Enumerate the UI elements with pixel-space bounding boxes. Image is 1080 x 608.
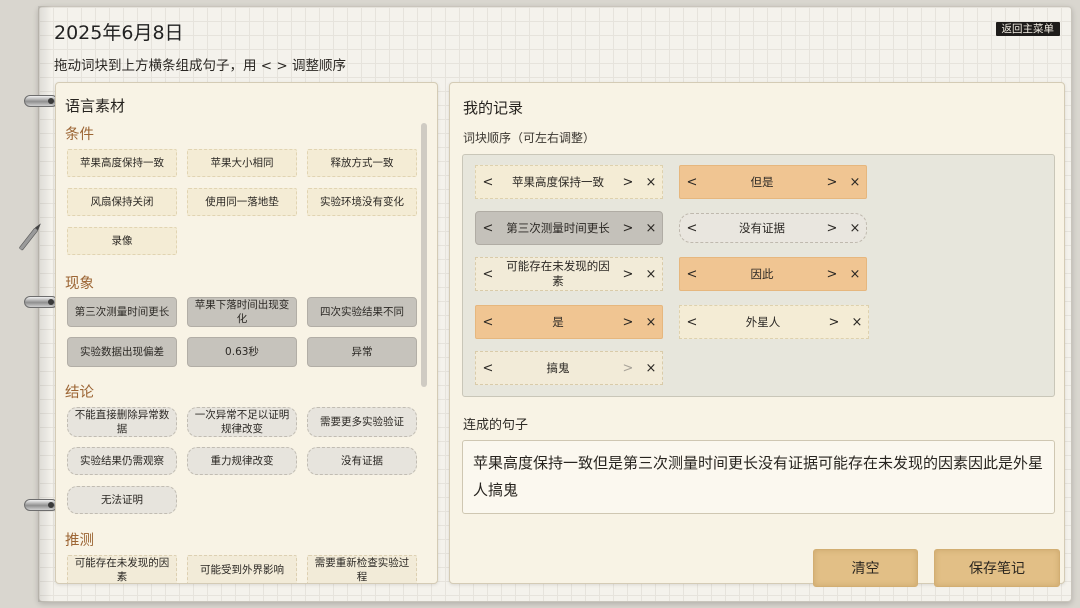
remove-icon[interactable]: × xyxy=(640,221,662,236)
tile-condition[interactable]: 录像 xyxy=(67,227,177,255)
tile-conclusion[interactable]: 不能直接删除异常数据 xyxy=(67,407,177,437)
chip-label: 因此 xyxy=(750,266,774,281)
move-right-icon[interactable]: > xyxy=(822,315,846,330)
move-left-icon[interactable]: < xyxy=(680,175,704,190)
tile-condition[interactable]: 释放方式一致 xyxy=(307,149,417,177)
remove-icon[interactable]: × xyxy=(640,175,662,190)
move-left-icon[interactable]: < xyxy=(476,361,500,376)
move-right-icon[interactable]: > xyxy=(616,361,640,376)
tile-conclusion[interactable]: 一次异常不足以证明规律改变 xyxy=(187,407,297,437)
tile-phenomenon[interactable]: 第三次测量时间更长 xyxy=(67,297,177,327)
move-right-icon[interactable]: > xyxy=(820,175,844,190)
tile-conclusion[interactable]: 重力规律改变 xyxy=(187,447,297,475)
move-right-icon[interactable]: > xyxy=(820,267,844,282)
instruction-text: 拖动词块到上方横条组成句子，用 < > 调整顺序 xyxy=(54,58,346,74)
tile-condition[interactable]: 风扇保持关闭 xyxy=(67,188,177,216)
chip-label: 苹果高度保持一致 xyxy=(512,174,604,189)
remove-icon[interactable]: × xyxy=(640,361,662,376)
tile-phenomenon[interactable]: 四次实验结果不同 xyxy=(307,297,417,327)
tile-conclusion[interactable]: 实验结果仍需观察 xyxy=(67,447,177,475)
sentence-chip[interactable]: < 因此 > × xyxy=(679,257,867,291)
chip-label: 没有证据 xyxy=(739,220,785,235)
tile-speculation[interactable]: 可能受到外界影响 xyxy=(187,555,297,583)
sentence-chip[interactable]: < 外星人 > × xyxy=(679,305,869,339)
move-right-icon[interactable]: > xyxy=(616,315,640,330)
result-label: 连成的句子 xyxy=(463,418,529,433)
sentence-chip[interactable]: < 苹果高度保持一致 > × xyxy=(475,165,663,199)
move-left-icon[interactable]: < xyxy=(476,175,500,190)
chip-label: 是 xyxy=(552,314,564,329)
tile-condition[interactable]: 苹果高度保持一致 xyxy=(67,149,177,177)
back-to-menu-button[interactable]: 返回主菜单 xyxy=(995,22,1060,36)
tile-phenomenon[interactable]: 苹果下落时间出现变化 xyxy=(187,297,297,327)
chip-label: 可能存在未发现的因素 xyxy=(506,259,610,288)
tile-condition[interactable]: 使用同一落地垫 xyxy=(187,188,297,216)
clear-button[interactable]: 清空 xyxy=(813,549,918,587)
move-left-icon[interactable]: < xyxy=(476,221,500,236)
record-title: 我的记录 xyxy=(463,99,524,117)
remove-icon[interactable]: × xyxy=(844,267,866,282)
move-right-icon[interactable]: > xyxy=(616,221,640,236)
sentence-chip[interactable]: < 第三次测量时间更长 > × xyxy=(475,211,663,245)
sentence-chip[interactable]: < 但是 > × xyxy=(679,165,867,199)
move-right-icon[interactable]: > xyxy=(820,221,844,236)
binder-ring xyxy=(24,296,58,308)
move-left-icon[interactable]: < xyxy=(680,221,704,236)
move-left-icon[interactable]: < xyxy=(476,315,500,330)
tile-condition[interactable]: 实验环境没有变化 xyxy=(307,188,417,216)
sentence-chip[interactable]: < 没有证据 > × xyxy=(679,213,867,243)
move-left-icon[interactable]: < xyxy=(680,315,704,330)
record-panel: 我的记录 词块顺序（可左右调整） < 苹果高度保持一致 > × < 但是 > ×… xyxy=(449,82,1065,584)
move-left-icon[interactable]: < xyxy=(476,267,500,282)
chip-label: 外星人 xyxy=(745,314,781,329)
remove-icon[interactable]: × xyxy=(640,315,662,330)
scrollbar-thumb[interactable] xyxy=(421,123,427,387)
category-phenomenon-title: 现象 xyxy=(65,276,94,292)
move-left-icon[interactable]: < xyxy=(680,267,704,282)
sentence-chip[interactable]: < 可能存在未发现的因素 > × xyxy=(475,257,663,291)
materials-scrollbar[interactable] xyxy=(421,123,427,578)
remove-icon[interactable]: × xyxy=(846,315,868,330)
binder-ring xyxy=(24,95,58,107)
binder-ring xyxy=(24,499,58,511)
remove-icon[interactable]: × xyxy=(844,175,866,190)
remove-icon[interactable]: × xyxy=(640,267,662,282)
tile-phenomenon[interactable]: 异常 xyxy=(307,337,417,367)
result-sentence: 苹果高度保持一致但是第三次测量时间更长没有证据可能存在未发现的因素因此是外星人搞… xyxy=(462,440,1055,514)
materials-panel: 语言素材 条件 苹果高度保持一致 苹果大小相同 释放方式一致 风扇保持关闭 使用… xyxy=(55,82,438,584)
tile-phenomenon[interactable]: 实验数据出现偏差 xyxy=(67,337,177,367)
page-date: 2025年6月8日 xyxy=(54,22,184,44)
tile-phenomenon[interactable]: 0.63秒 xyxy=(187,337,297,367)
chip-label: 搞鬼 xyxy=(546,360,570,375)
remove-icon[interactable]: × xyxy=(844,221,866,236)
tile-conclusion[interactable]: 无法证明 xyxy=(67,486,177,514)
chip-order-label: 词块顺序（可左右调整） xyxy=(463,131,596,145)
move-right-icon[interactable]: > xyxy=(616,267,640,282)
sentence-builder-area[interactable]: < 苹果高度保持一致 > × < 但是 > × < 第三次测量时间更长 > × … xyxy=(462,154,1055,397)
move-right-icon[interactable]: > xyxy=(616,175,640,190)
tile-conclusion[interactable]: 没有证据 xyxy=(307,447,417,475)
chip-label: 第三次测量时间更长 xyxy=(506,220,610,235)
tile-conclusion[interactable]: 需要更多实验验证 xyxy=(307,407,417,437)
chip-label: 但是 xyxy=(750,174,774,189)
sentence-chip[interactable]: < 是 > × xyxy=(475,305,663,339)
tile-speculation[interactable]: 需要重新检查实验过程 xyxy=(307,555,417,583)
category-conclusion-title: 结论 xyxy=(65,385,94,401)
materials-title: 语言素材 xyxy=(65,97,126,115)
sentence-chip[interactable]: < 搞鬼 > × xyxy=(475,351,663,385)
category-speculation-title: 推测 xyxy=(65,533,94,549)
tile-speculation[interactable]: 可能存在未发现的因素 xyxy=(67,555,177,583)
tile-condition[interactable]: 苹果大小相同 xyxy=(187,149,297,177)
category-condition-title: 条件 xyxy=(65,127,94,143)
save-notes-button[interactable]: 保存笔记 xyxy=(934,549,1060,587)
